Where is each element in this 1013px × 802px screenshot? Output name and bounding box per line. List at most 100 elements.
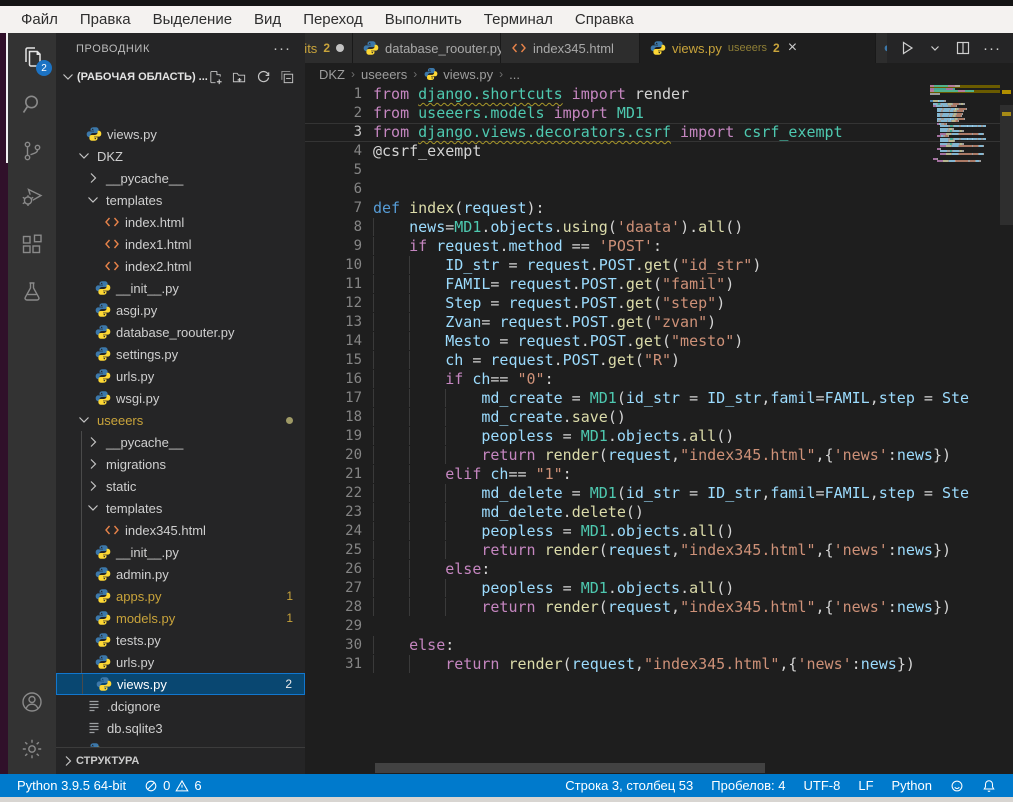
close-icon[interactable]: ×: [788, 40, 797, 56]
breadcrumb-item[interactable]: ...: [509, 67, 520, 82]
code-line[interactable]: Zvan= request.POST.get("zvan"): [373, 313, 1000, 332]
code-line[interactable]: else:: [373, 636, 1000, 655]
status-encoding[interactable]: UTF-8: [795, 774, 850, 797]
status-problems[interactable]: 06: [135, 774, 210, 797]
refresh-button[interactable]: [256, 70, 271, 85]
code-line[interactable]: ch = request.POST.get("R"): [373, 351, 1000, 370]
code-line[interactable]: ID_str = request.POST.get("id_str"): [373, 256, 1000, 275]
menu-item-8[interactable]: Справка: [564, 11, 645, 28]
code-line[interactable]: return render(request,"index345.html",{'…: [373, 655, 1000, 674]
line-number[interactable]: 6: [305, 180, 362, 199]
code-line[interactable]: def index(request):: [373, 199, 1000, 218]
tree-item-views-py[interactable]: views.py: [56, 123, 305, 145]
code-line[interactable]: from django.shortcuts import render: [373, 85, 1000, 104]
tree-item-templates[interactable]: templates: [56, 497, 305, 519]
line-number[interactable]: 28: [305, 598, 362, 617]
code-line[interactable]: FAMIL= request.POST.get("famil"): [373, 275, 1000, 294]
workspace-section-header[interactable]: (РАБОЧАЯ ОБЛАСТЬ) ...: [56, 64, 305, 90]
tree-item-admin-py[interactable]: admin.py: [56, 563, 305, 585]
code-line[interactable]: elif ch== "1":: [373, 465, 1000, 484]
tree-item-urls-py[interactable]: urls.py: [56, 365, 305, 387]
activity-explorer[interactable]: 2: [8, 33, 56, 80]
code-line[interactable]: return render(request,"index345.html",{'…: [373, 446, 1000, 465]
code-line[interactable]: md_delete.delete(): [373, 503, 1000, 522]
line-number[interactable]: 19: [305, 427, 362, 446]
line-number[interactable]: 22: [305, 484, 362, 503]
line-number[interactable]: 8: [305, 218, 362, 237]
line-number[interactable]: 5: [305, 161, 362, 180]
line-number[interactable]: 21: [305, 465, 362, 484]
collapse-all-button[interactable]: [280, 70, 295, 85]
tree-item--pycache-[interactable]: __pycache__: [56, 431, 305, 453]
code-line[interactable]: [373, 180, 1000, 199]
status-cursor-position[interactable]: Строка 3, столбец 53: [556, 774, 702, 797]
editor-more-actions-button[interactable]: ···: [983, 40, 1001, 57]
status-python-interpreter[interactable]: Python 3.9.5 64-bit: [8, 774, 135, 797]
new-file-button[interactable]: [208, 70, 223, 85]
activity-testing[interactable]: [8, 268, 56, 315]
tree-item-migrations[interactable]: migrations: [56, 453, 305, 475]
code-line[interactable]: @csrf_exempt: [373, 142, 1000, 161]
tab-index345-html[interactable]: index345.html: [501, 33, 640, 63]
tree-item-useeers[interactable]: useeers: [56, 409, 305, 431]
split-editor-button[interactable]: [955, 40, 971, 56]
code-line[interactable]: peopless = MD1.objects.all(): [373, 427, 1000, 446]
line-number[interactable]: 10: [305, 256, 362, 275]
tree-item-index-html[interactable]: index.html: [56, 211, 305, 233]
line-number[interactable]: 16: [305, 370, 362, 389]
new-folder-button[interactable]: [232, 70, 247, 85]
tab-diiits[interactable]: diiits2: [305, 33, 353, 63]
status-feedback[interactable]: [941, 774, 973, 797]
outline-section-header[interactable]: СТРУКТУРА: [56, 747, 305, 774]
activity-source-control[interactable]: [8, 127, 56, 174]
line-number[interactable]: 24: [305, 522, 362, 541]
line-number[interactable]: 17: [305, 389, 362, 408]
code-line[interactable]: md_create.save(): [373, 408, 1000, 427]
tree-item--pycache-[interactable]: __pycache__: [56, 167, 305, 189]
code-line[interactable]: peopless = MD1.objects.all(): [373, 579, 1000, 598]
code-line[interactable]: return render(request,"index345.html",{'…: [373, 598, 1000, 617]
tree-item-index2-html[interactable]: index2.html: [56, 255, 305, 277]
minimap[interactable]: [930, 85, 1000, 764]
tree-item-settings-py[interactable]: settings.py: [56, 343, 305, 365]
line-number[interactable]: 12: [305, 294, 362, 313]
run-button[interactable]: [899, 40, 915, 56]
tab-database-roouter-py[interactable]: database_roouter.py: [353, 33, 501, 63]
line-number[interactable]: 14: [305, 332, 362, 351]
code-line[interactable]: else:: [373, 560, 1000, 579]
tab-views-py[interactable]: views.pyuseeers2×: [640, 33, 876, 63]
code-line[interactable]: return render(request,"index345.html",{'…: [373, 541, 1000, 560]
line-number[interactable]: 7: [305, 199, 362, 218]
more-actions-button[interactable]: ···: [273, 40, 291, 57]
tree-item-models-py[interactable]: models.py1: [56, 607, 305, 629]
line-number[interactable]: 1: [305, 85, 362, 104]
line-number[interactable]: 26: [305, 560, 362, 579]
activity-search[interactable]: [8, 80, 56, 127]
menu-item-6[interactable]: Выполнить: [374, 11, 473, 28]
activity-extensions[interactable]: [8, 221, 56, 268]
menu-item-2[interactable]: Правка: [69, 11, 142, 28]
tree-item-tests-py[interactable]: tests.py: [56, 629, 305, 651]
tree-item-views-py[interactable]: views.py2: [56, 673, 305, 695]
code-line[interactable]: if ch== "0":: [373, 370, 1000, 389]
code-line[interactable]: news=MD1.objects.using('daata').all(): [373, 218, 1000, 237]
menu-item-4[interactable]: Вид: [243, 11, 292, 28]
tree-item-asgi-py[interactable]: asgi.py: [56, 299, 305, 321]
line-number[interactable]: 29: [305, 617, 362, 636]
tree-item-DKZ[interactable]: DKZ: [56, 145, 305, 167]
tree-item--init-py[interactable]: __init__.py: [56, 277, 305, 299]
code-line[interactable]: peopless = MD1.objects.all(): [373, 522, 1000, 541]
line-number[interactable]: 9: [305, 237, 362, 256]
tree-item-urls-py[interactable]: urls.py: [56, 651, 305, 673]
line-number[interactable]: 3: [305, 123, 362, 142]
code-editor[interactable]: 1234567891011121314151617181920212223242…: [305, 85, 1000, 764]
tab-vie[interactable]: vie: [876, 33, 887, 63]
code-line[interactable]: md_delete = MD1(id_str = ID_str,famil=FA…: [373, 484, 1000, 503]
line-number[interactable]: 18: [305, 408, 362, 427]
line-number[interactable]: 23: [305, 503, 362, 522]
horizontal-scrollbar[interactable]: [375, 763, 765, 773]
code-line[interactable]: [373, 161, 1000, 180]
status-language-mode[interactable]: Python: [883, 774, 941, 797]
vertical-scrollbar[interactable]: [1000, 105, 1013, 225]
code-line[interactable]: from django.views.decorators.csrf import…: [373, 123, 1000, 142]
